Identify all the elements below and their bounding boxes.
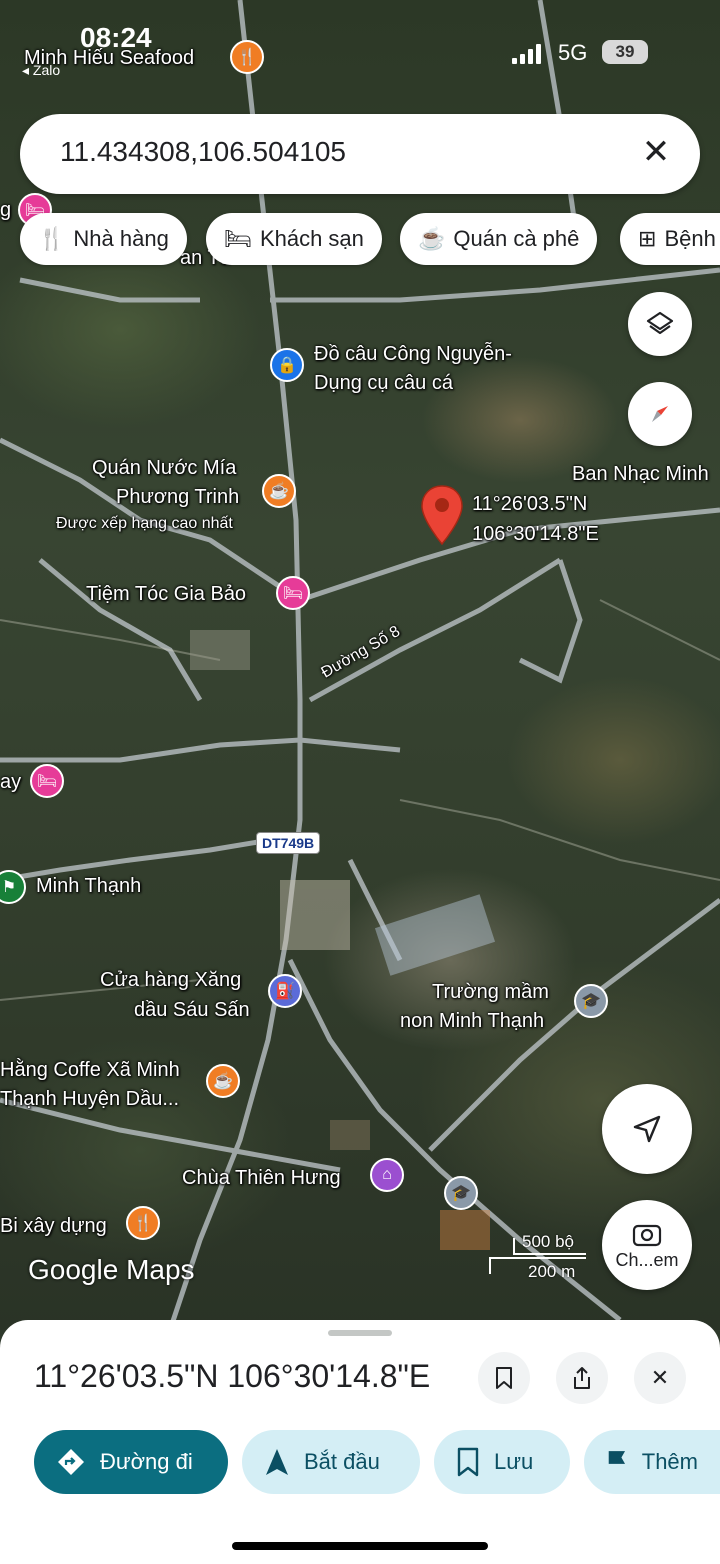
shopping-icon[interactable]: 🔒 <box>270 348 304 382</box>
directions-label: Đường đi <box>100 1449 193 1474</box>
compass-icon <box>652 406 668 422</box>
poi-label-quan-nuoc-2[interactable]: Phương Trinh <box>116 483 239 511</box>
poi-label-ban-nhac[interactable]: Ban Nhạc Minh <box>572 460 709 488</box>
hospital-icon: ⊞ <box>638 226 657 251</box>
lens-label: Ch...em <box>615 1249 679 1270</box>
share-icon <box>574 1367 590 1389</box>
chip-coffee[interactable]: ☕ Quán cà phê <box>400 213 598 265</box>
poi-label-xang-2[interactable]: dầu Sáu Sấn <box>134 996 250 1024</box>
more-button[interactable]: Thêm <box>584 1430 720 1494</box>
flag-icon <box>608 1451 626 1474</box>
search-bar[interactable]: 11.434308,106.504105 ✕ <box>20 114 700 194</box>
school-icon[interactable]: 🎓 <box>574 984 608 1018</box>
poi-label-do-cau-2[interactable]: Dụng cụ câu cá <box>314 369 453 397</box>
poi-label-chua[interactable]: Chùa Thiên Hưng <box>182 1164 341 1192</box>
close-sheet-button[interactable]: ✕ <box>634 1352 686 1404</box>
hotel-icon: 🛏 <box>224 226 252 251</box>
layers-icon <box>646 311 674 335</box>
directions-button[interactable]: Đường đi <box>34 1430 228 1494</box>
chip-hotels[interactable]: 🛏 Khách sạn <box>206 213 382 265</box>
poi-label-partial-ay[interactable]: ay <box>0 768 21 796</box>
chip-restaurants[interactable]: 🍴 Nhà hàng <box>20 213 187 265</box>
road-shield-dt749b: DT749B <box>256 832 321 854</box>
more-label: Thêm <box>641 1449 698 1474</box>
map-scale: 500 bộ 200 m <box>488 1232 588 1281</box>
poi-label-truong-1[interactable]: Trường mầm <box>432 978 549 1006</box>
restaurant-icon: 🍴 <box>38 226 66 251</box>
poi-label-minh-thanh[interactable]: Minh Thạnh <box>36 872 141 900</box>
share-button[interactable] <box>556 1352 608 1404</box>
pin-coord-lng: 106°30'14.8"E <box>472 523 599 545</box>
hotel-icon[interactable]: 🛏 <box>276 576 310 610</box>
save-label: Lưu <box>494 1449 534 1474</box>
save-icon-button[interactable] <box>478 1352 530 1404</box>
start-button[interactable]: Bắt đầu <box>242 1430 420 1494</box>
google-maps-attribution: Google Maps <box>28 1254 195 1285</box>
chip-label: Bệnh <box>664 226 716 251</box>
poi-label-coffe-2[interactable]: Thạnh Huyện Dầu... <box>0 1085 179 1113</box>
category-chips: 🍴 Nhà hàng 🛏 Khách sạn ☕ Quán cà phê ⊞ B… <box>20 213 720 265</box>
my-location-button[interactable] <box>602 1084 692 1174</box>
poi-label-vlxd[interactable]: Bi xây dựng <box>0 1212 107 1240</box>
battery-icon: 39 <box>602 40 648 64</box>
temple-icon[interactable]: ⌂ <box>370 1158 404 1192</box>
cellular-signal-icon <box>512 44 542 64</box>
poi-label-quan-nuoc-1[interactable]: Quán Nước Mía <box>92 454 236 482</box>
poi-label-xang-1[interactable]: Cửa hàng Xăng <box>100 966 241 994</box>
poi-label-coffe-1[interactable]: Hằng Coffe Xã Minh <box>0 1056 180 1084</box>
place-sheet[interactable]: 11°26'03.5"N 106°30'14.8"E ✕ Đường đi Bắ… <box>0 1320 720 1564</box>
sheet-handle[interactable] <box>328 1330 392 1336</box>
bookmark-icon <box>496 1367 512 1389</box>
gas-station-icon[interactable]: ⛽ <box>268 974 302 1008</box>
school-icon[interactable]: 🎓 <box>444 1176 478 1210</box>
chip-label: Nhà hàng <box>73 226 169 251</box>
poi-label-truong-2[interactable]: non Minh Thạnh <box>400 1007 544 1035</box>
poi-label-minh-hieu[interactable]: Minh Hiếu Seafood <box>24 44 194 72</box>
bookmark-icon <box>457 1447 479 1477</box>
place-coordinates: 11°26'03.5"N 106°30'14.8"E <box>34 1358 431 1394</box>
start-label: Bắt đầu <box>304 1449 380 1474</box>
restaurant-icon[interactable]: 🍴 <box>126 1206 160 1240</box>
camera-search-icon <box>632 1224 662 1246</box>
close-icon[interactable]: ✕ <box>636 132 676 172</box>
pin-coord-lat: 11°26'03.5"N <box>472 493 588 515</box>
hotel-icon[interactable]: 🛏 <box>30 764 64 798</box>
poi-label-tiem-toc[interactable]: Tiệm Tóc Gia Bảo <box>86 580 246 608</box>
navigation-arrow-icon <box>633 1115 661 1143</box>
chip-hospitals[interactable]: ⊞ Bệnh <box>620 213 720 265</box>
coffee-icon[interactable]: ☕ <box>262 474 296 508</box>
coffee-icon[interactable]: ☕ <box>206 1064 240 1098</box>
navigation-icon <box>266 1449 288 1475</box>
poi-label-quan-nuoc-3: Được xếp hạng cao nhất <box>56 515 233 532</box>
poi-label-partial-g[interactable]: g <box>0 196 11 224</box>
location-pin-icon[interactable] <box>420 484 464 546</box>
save-button[interactable]: Lưu <box>434 1430 570 1494</box>
scale-meters: 200 m <box>528 1262 576 1281</box>
compass-button[interactable] <box>628 382 692 446</box>
restaurant-icon[interactable]: 🍴 <box>230 40 264 74</box>
close-icon: ✕ <box>650 1365 670 1390</box>
scale-feet: 500 bộ <box>522 1232 574 1251</box>
search-query[interactable]: 11.434308,106.504105 <box>60 136 346 168</box>
chip-label: Khách sạn <box>259 226 364 251</box>
directions-icon <box>58 1449 84 1475</box>
network-type: 5G <box>558 40 588 65</box>
poi-label-do-cau-1[interactable]: Đồ câu Công Nguyễn- <box>314 340 512 368</box>
lens-button[interactable]: Ch...em <box>602 1200 692 1290</box>
coffee-icon: ☕ <box>418 226 446 251</box>
chip-label: Quán cà phê <box>453 226 580 251</box>
home-indicator[interactable] <box>232 1542 488 1550</box>
layers-button[interactable] <box>628 292 692 356</box>
